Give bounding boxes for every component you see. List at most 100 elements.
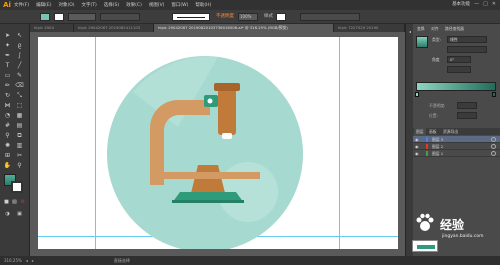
menu-edit[interactable]: 编辑(E): [36, 2, 51, 8]
gradient-field-1[interactable]: [447, 46, 487, 53]
aspect-field[interactable]: [447, 66, 471, 73]
rotate-tool-icon[interactable]: ↻: [3, 92, 12, 100]
stroke-color-swatch[interactable]: [11, 181, 23, 193]
layer-target-icon[interactable]: [491, 144, 496, 149]
shape-builder-tool-icon[interactable]: ◔: [3, 112, 12, 120]
scale-tool-icon[interactable]: ⤡: [15, 92, 24, 100]
menu-object[interactable]: 对象(O): [58, 2, 74, 8]
asset-export-tab[interactable]: 资源导出: [441, 128, 460, 135]
nav-prev-icon[interactable]: ◂: [26, 258, 28, 263]
close-icon[interactable]: ✕: [492, 1, 496, 7]
objective-lens[interactable]: [222, 133, 232, 139]
line-tool-icon[interactable]: ╱: [15, 62, 24, 70]
visibility-eye-icon[interactable]: ◉: [415, 136, 419, 143]
gradient-slider[interactable]: [416, 82, 496, 91]
gradient-type-select[interactable]: 线性: [447, 36, 487, 43]
fill-swatch[interactable]: [40, 13, 50, 21]
artboard-tool-icon[interactable]: ⊞: [3, 152, 12, 160]
gradient-tool-icon[interactable]: ▤: [15, 122, 24, 130]
layer-row[interactable]: ◉ 图层 1: [413, 150, 500, 157]
eyedropper-tool-icon[interactable]: ⚲: [3, 132, 12, 140]
layer-color-chip: [426, 151, 428, 156]
magic-wand-tool-icon[interactable]: ✦: [3, 42, 12, 50]
paintbrush-tool-icon[interactable]: ✎: [15, 72, 24, 80]
mesh-tool-icon[interactable]: #: [3, 122, 12, 130]
type-tool-icon[interactable]: T: [3, 62, 12, 70]
visibility-eye-icon[interactable]: ◉: [415, 150, 419, 157]
watermark-url: jingyan.baidu.com: [442, 234, 484, 239]
width-tool-icon[interactable]: ⋈: [3, 102, 12, 110]
document-tabs: hlpic 2904 hlpic 29042067 2019082411103 …: [30, 24, 405, 32]
zoom-tool-icon[interactable]: ⚲: [15, 162, 24, 170]
selection-tool-icon[interactable]: ➤: [3, 32, 12, 40]
rectangle-tool-icon[interactable]: ▭: [3, 72, 12, 80]
direct-selection-tool-icon[interactable]: ↖: [15, 32, 24, 40]
artboards-tab[interactable]: 画板: [427, 128, 439, 135]
stop-opacity-field[interactable]: [457, 102, 477, 109]
align-field[interactable]: [300, 13, 360, 21]
perspective-grid-tool-icon[interactable]: ▦: [15, 112, 24, 120]
none-mode-icon[interactable]: ⊘: [18, 198, 27, 206]
layer-row[interactable]: ◉ 图层 3: [413, 136, 500, 143]
hand-tool-icon[interactable]: ✋: [3, 162, 12, 170]
gradient-preview-swatch[interactable]: [416, 36, 428, 48]
panel-tab-pathfinder[interactable]: 路径查找器: [443, 25, 466, 32]
doc-tab-1[interactable]: hlpic 2904: [30, 24, 74, 32]
minimize-icon[interactable]: —: [474, 1, 479, 7]
gradient-type-value: 线性: [450, 37, 458, 42]
eraser-tool-icon[interactable]: ⌫: [15, 82, 24, 90]
panel-tab-align[interactable]: 对齐: [429, 25, 441, 32]
draw-mode-icon[interactable]: ◑: [3, 210, 12, 218]
maximize-icon[interactable]: □: [483, 1, 488, 7]
nav-next-icon[interactable]: ▸: [32, 258, 34, 263]
gradient-stop-left[interactable]: [415, 92, 419, 97]
layer-color-chip: [426, 137, 428, 142]
variable-width-profile[interactable]: [100, 13, 140, 21]
doc-tab-active[interactable]: hlpic 29042067 20190820103736016006.ai* …: [154, 24, 334, 32]
background-circle[interactable]: [107, 56, 303, 249]
artboard[interactable]: [38, 37, 398, 249]
doc-tab-4[interactable]: hlpic 7227529 20190: [334, 24, 405, 32]
blend-tool-icon[interactable]: ⧉: [15, 132, 24, 140]
stop-position-field[interactable]: [457, 112, 477, 119]
free-transform-tool-icon[interactable]: ⬚: [15, 102, 24, 110]
slice-tool-icon[interactable]: ✂: [15, 152, 24, 160]
angle-field[interactable]: 0°: [447, 56, 471, 63]
menu-window[interactable]: 窗口(W): [171, 2, 188, 8]
stroke-swatch[interactable]: [54, 13, 64, 21]
screen-mode-icon[interactable]: ▣: [15, 210, 24, 218]
lasso-tool-icon[interactable]: ϱ: [15, 42, 24, 50]
symbol-sprayer-tool-icon[interactable]: ✺: [3, 142, 12, 150]
menu-file[interactable]: 文件(F): [14, 2, 29, 8]
stop-opacity-label: 不透明度:: [429, 103, 446, 108]
layer-row[interactable]: ◉ 图层 2: [413, 143, 500, 150]
layers-tab[interactable]: 图层: [414, 128, 426, 135]
opacity-field[interactable]: 100%: [238, 13, 258, 21]
layer-target-icon[interactable]: [491, 137, 496, 142]
menu-select[interactable]: 选择(S): [104, 2, 119, 8]
layer-name: 图层 1: [432, 151, 444, 156]
microscope-illustration[interactable]: [38, 37, 398, 249]
gradient-stop-right[interactable]: [492, 92, 496, 97]
workspace-switcher[interactable]: 基本功能: [452, 1, 470, 7]
status-bar: 316.25% ◂ ▸ 直接选择: [0, 256, 500, 265]
menu-effect[interactable]: 效果(C): [126, 2, 142, 8]
menu-help[interactable]: 帮助(H): [195, 2, 211, 8]
pen-tool-icon[interactable]: ✒: [3, 52, 12, 60]
layer-target-icon[interactable]: [491, 151, 496, 156]
panel-tab-transform[interactable]: 变换: [415, 25, 427, 32]
visibility-eye-icon[interactable]: ◉: [415, 143, 419, 150]
microscope-tube[interactable]: [218, 87, 236, 135]
graph-tool-icon[interactable]: ▥: [15, 142, 24, 150]
curvature-tool-icon[interactable]: ∫: [15, 52, 24, 60]
pencil-tool-icon[interactable]: ✏: [3, 82, 12, 90]
stop-position-label: 位置:: [429, 113, 438, 118]
brush-definition[interactable]: [172, 13, 210, 21]
menu-type[interactable]: 文字(T): [82, 2, 97, 8]
style-swatch[interactable]: [276, 13, 286, 21]
doc-tab-2[interactable]: hlpic 29042067 2019082411103: [74, 24, 154, 32]
stroke-weight-field[interactable]: [68, 13, 96, 21]
microscope-stage[interactable]: [150, 172, 260, 179]
menu-view[interactable]: 视图(V): [149, 2, 165, 8]
zoom-level[interactable]: 316.25%: [4, 258, 22, 263]
